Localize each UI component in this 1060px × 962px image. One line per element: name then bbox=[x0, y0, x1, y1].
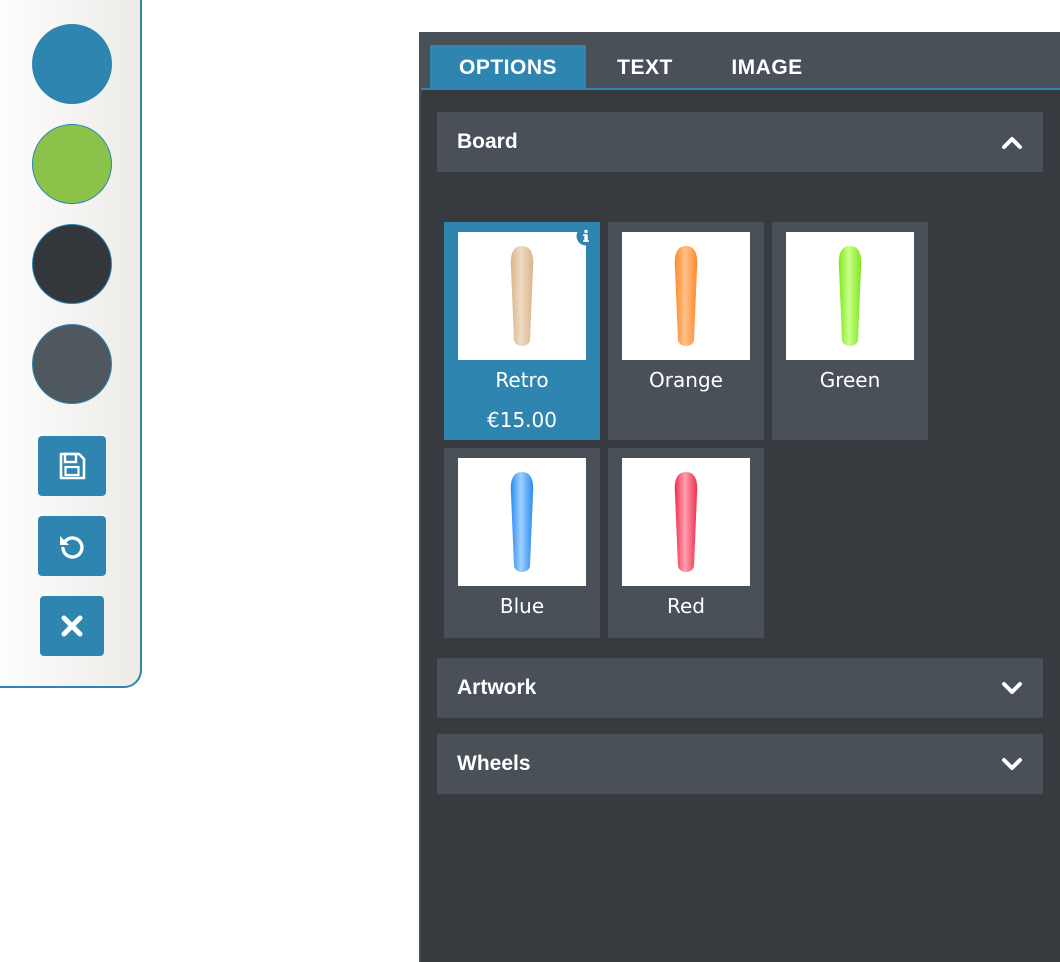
save-icon bbox=[59, 452, 86, 480]
chevron-down-icon bbox=[1002, 682, 1022, 694]
close-icon bbox=[61, 615, 83, 637]
accordion-title-wheels: Wheels bbox=[457, 752, 531, 775]
tab-bar: OPTIONS TEXT IMAGE bbox=[421, 34, 1060, 90]
accordion-title-board: Board bbox=[457, 130, 518, 153]
board-thumbnail bbox=[458, 232, 586, 360]
chevron-down-icon bbox=[1002, 758, 1022, 770]
undo-icon bbox=[60, 536, 84, 559]
color-swatch-dark[interactable] bbox=[32, 224, 112, 304]
tab-text[interactable]: TEXT bbox=[597, 45, 693, 90]
option-label: Red bbox=[667, 594, 705, 618]
board-thumbnail bbox=[622, 232, 750, 360]
board-thumbnail bbox=[622, 458, 750, 586]
accordion-title-artwork: Artwork bbox=[457, 676, 537, 699]
info-icon[interactable] bbox=[576, 226, 596, 246]
option-label: Retro bbox=[495, 368, 549, 392]
board-option-orange[interactable]: Orange bbox=[608, 222, 764, 440]
accordion-header-board[interactable]: Board bbox=[437, 112, 1043, 172]
board-option-blue[interactable]: Blue bbox=[444, 448, 600, 638]
option-label: Orange bbox=[649, 368, 723, 392]
left-toolbar bbox=[0, 0, 142, 688]
save-button[interactable] bbox=[38, 436, 106, 496]
close-button[interactable] bbox=[40, 596, 104, 656]
color-swatch-gray[interactable] bbox=[32, 324, 112, 404]
option-label: Green bbox=[819, 368, 881, 392]
board-option-retro[interactable]: Retro €15.00 bbox=[444, 222, 600, 440]
tab-image[interactable]: IMAGE bbox=[711, 45, 823, 90]
undo-button[interactable] bbox=[38, 516, 106, 576]
option-price: €15.00 bbox=[487, 408, 557, 432]
board-thumbnail bbox=[458, 458, 586, 586]
board-thumbnail bbox=[786, 232, 914, 360]
color-swatch-blue[interactable] bbox=[32, 24, 112, 104]
accordion-header-artwork[interactable]: Artwork bbox=[437, 658, 1043, 718]
color-swatch-green[interactable] bbox=[32, 124, 112, 204]
options-panel: OPTIONS TEXT IMAGE Board Retro €15.00 Or… bbox=[419, 32, 1060, 962]
board-option-green[interactable]: Green bbox=[772, 222, 928, 440]
accordion-header-wheels[interactable]: Wheels bbox=[437, 734, 1043, 794]
chevron-up-icon bbox=[1002, 137, 1022, 149]
option-label: Blue bbox=[499, 594, 545, 618]
tab-options[interactable]: OPTIONS bbox=[430, 45, 586, 90]
board-option-red[interactable]: Red bbox=[608, 448, 764, 638]
